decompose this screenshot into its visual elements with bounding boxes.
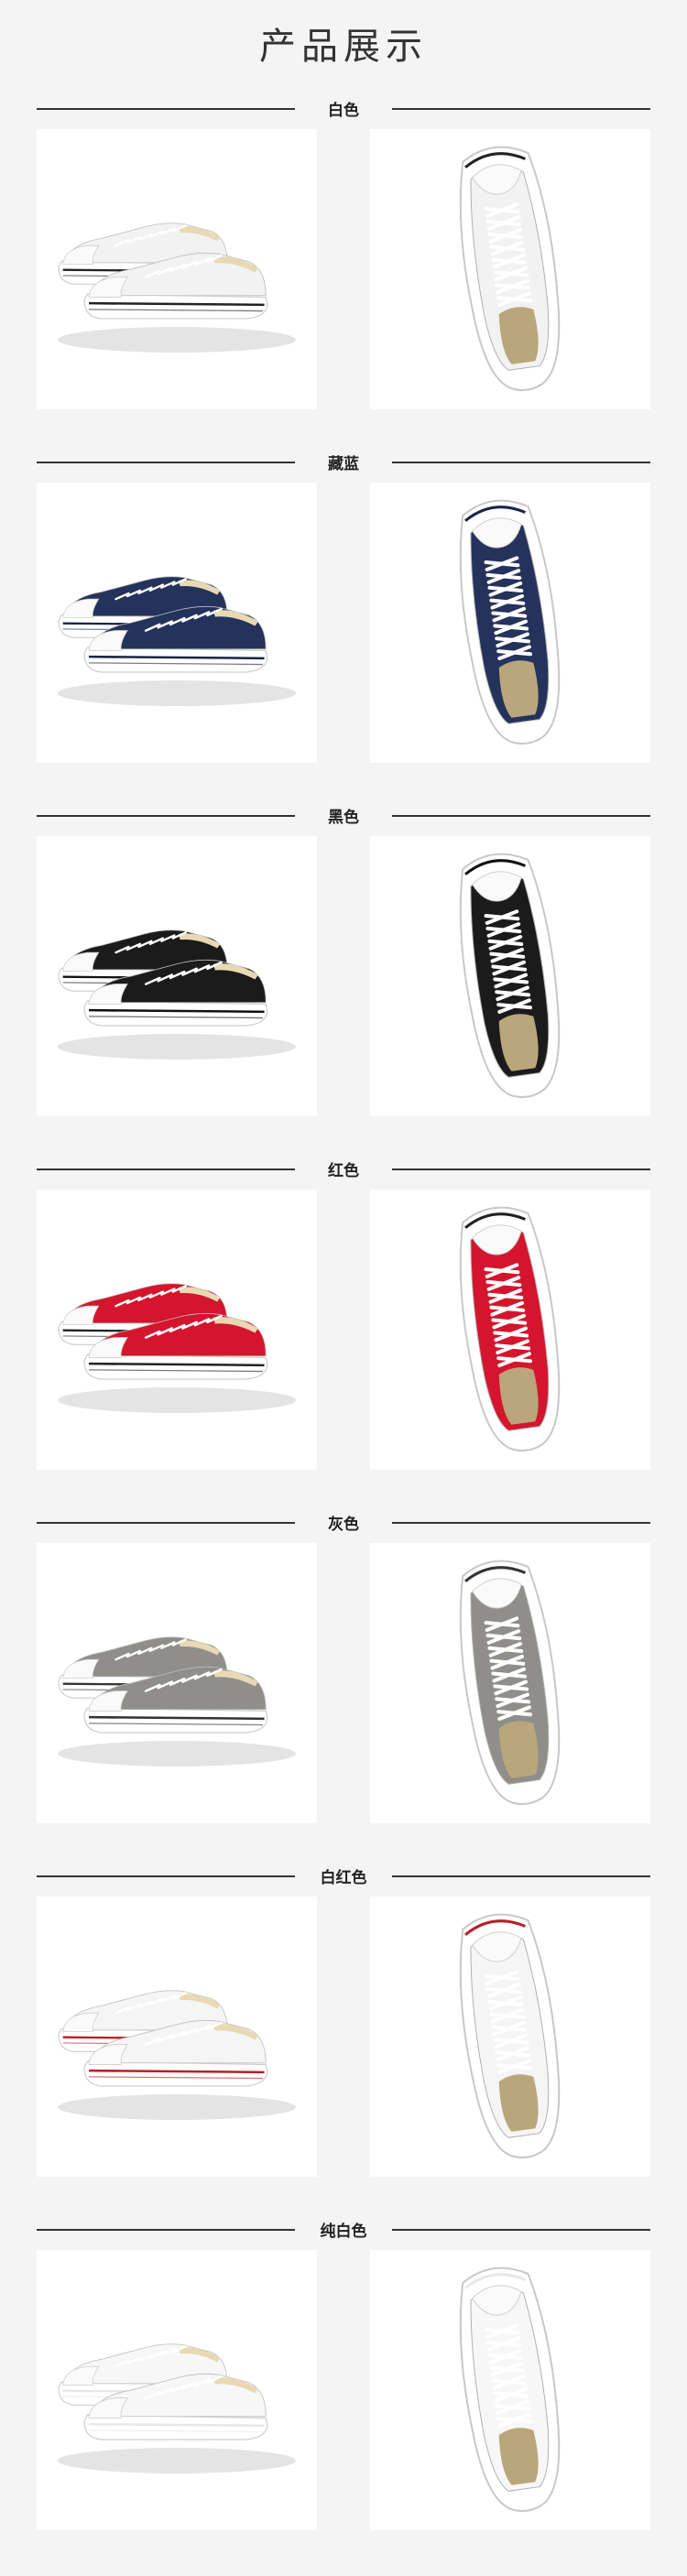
section-header: 灰色 <box>0 1508 687 1536</box>
section-header: 白色 <box>0 94 687 122</box>
sneaker-pair-side-image <box>58 576 296 706</box>
color-section: 红色 <box>0 1155 687 1510</box>
sneaker-pair-side-image <box>58 1990 296 2120</box>
color-section: 白红色 <box>0 1862 687 2217</box>
divider-line-right <box>392 2229 650 2231</box>
product-image-side-pair[interactable] <box>37 1190 317 1470</box>
sneaker-pair-side-image <box>58 223 296 353</box>
divider-line-right <box>392 462 650 463</box>
color-section: 藏蓝 <box>0 448 687 803</box>
color-section: 灰色 <box>0 1508 687 1864</box>
page-title: 产品展示 <box>259 26 428 68</box>
sneaker-top-view-image <box>459 1206 561 1452</box>
product-image-side-pair[interactable] <box>37 483 317 763</box>
divider-line-right <box>392 815 650 817</box>
sneaker-pair-side-image <box>58 929 296 1060</box>
product-image-top-view[interactable] <box>370 2250 650 2530</box>
divider-line-right <box>392 1875 650 1877</box>
divider-line-right <box>392 1168 650 1170</box>
sneaker-pair-side-image <box>58 1283 296 1413</box>
sneaker-top-view-image <box>459 853 561 1099</box>
product-image-side-pair[interactable] <box>37 836 317 1116</box>
color-section: 黑色 <box>0 801 687 1157</box>
product-image-side-pair[interactable] <box>37 1897 317 2177</box>
divider-line-right <box>392 1522 650 1524</box>
product-image-top-view[interactable] <box>370 129 650 409</box>
section-header: 白红色 <box>0 1862 687 1889</box>
product-image-top-view[interactable] <box>370 1190 650 1470</box>
sneaker-top-view-image <box>459 1560 561 1806</box>
color-section: 纯白色 <box>0 2215 687 2571</box>
section-header: 红色 <box>0 1155 687 1182</box>
product-image-top-view[interactable] <box>370 1543 650 1823</box>
sneaker-top-view-image <box>459 2266 561 2513</box>
product-image-top-view[interactable] <box>370 483 650 763</box>
sneaker-top-view-image <box>459 146 561 392</box>
sneaker-top-view-image <box>459 1913 561 2159</box>
sneaker-pair-side-image <box>58 2343 296 2473</box>
product-showcase-page: 产品展示 白色藏蓝黑色红色灰色白红色纯白色 <box>0 0 687 2576</box>
sneaker-top-view-image <box>459 499 561 745</box>
section-header: 藏蓝 <box>0 448 687 475</box>
section-header: 黑色 <box>0 801 687 829</box>
product-image-top-view[interactable] <box>370 1897 650 2177</box>
section-header: 纯白色 <box>0 2215 687 2243</box>
product-image-top-view[interactable] <box>370 836 650 1116</box>
sneaker-pair-side-image <box>58 1636 296 1766</box>
divider-line-right <box>392 108 650 110</box>
product-image-side-pair[interactable] <box>37 1543 317 1823</box>
product-image-side-pair[interactable] <box>37 129 317 409</box>
product-image-side-pair[interactable] <box>37 2250 317 2530</box>
color-section: 白色 <box>0 94 687 450</box>
